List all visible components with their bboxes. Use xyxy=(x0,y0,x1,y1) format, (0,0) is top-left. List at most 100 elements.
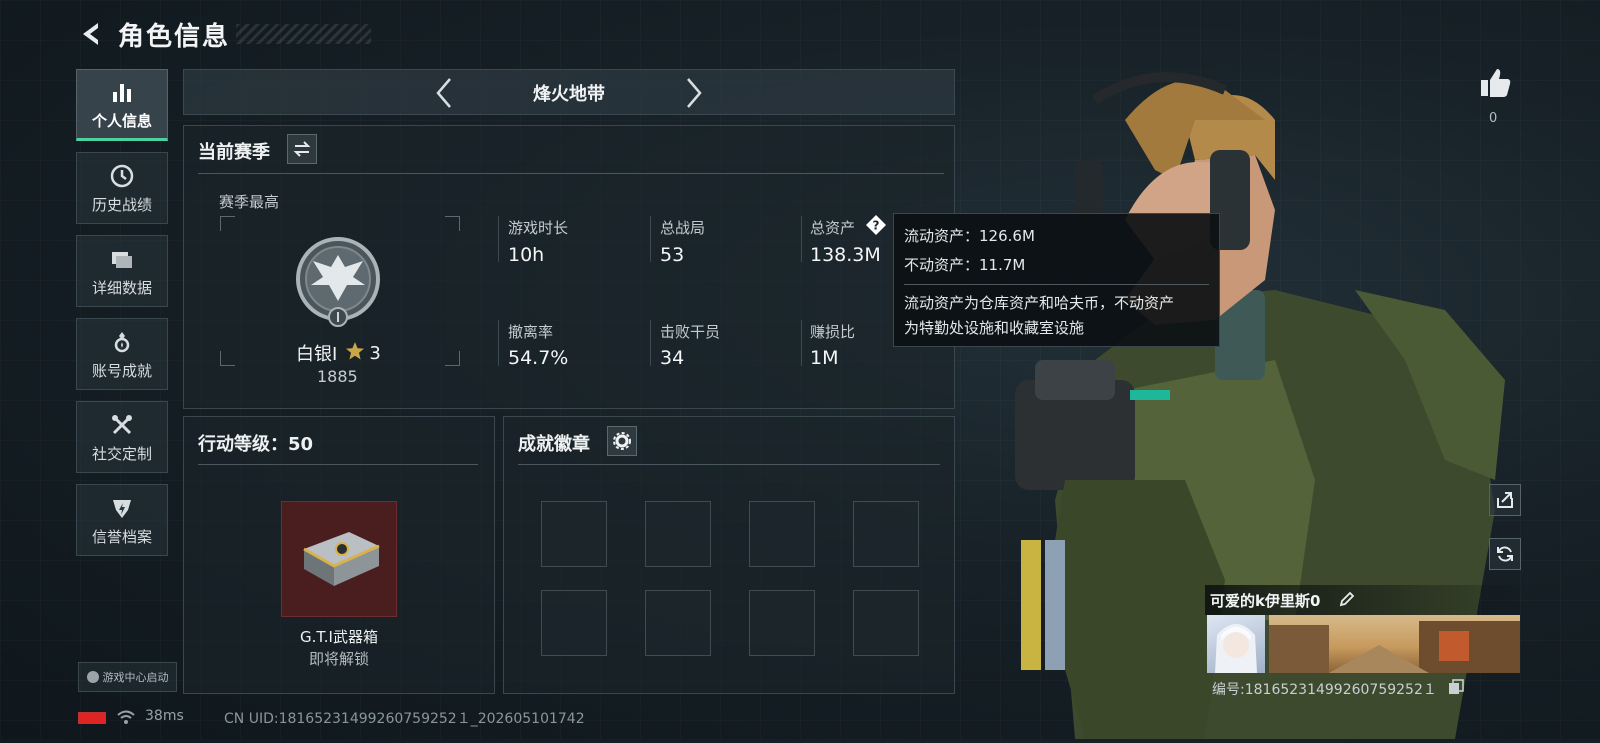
sidebar-item-label: 详细数据 xyxy=(91,278,152,297)
refresh-button[interactable] xyxy=(1489,538,1521,570)
badges-title: 成就徽章 xyxy=(518,434,590,455)
tooltip-liquid-assets: 流动资产：126.6M xyxy=(904,227,1035,245)
battery-icon xyxy=(78,712,106,724)
stat-divider xyxy=(650,216,651,262)
trophy-icon xyxy=(108,328,136,356)
mode-next-button[interactable] xyxy=(679,76,709,110)
stat-value-kills: 34 xyxy=(660,347,685,369)
folder-icon xyxy=(108,245,136,273)
stat-value-playtime: 10h xyxy=(508,244,545,266)
gear-icon xyxy=(613,432,631,450)
tooltip-description-2: 为特勤处设施和收藏室设施 xyxy=(904,319,1085,337)
sidebar-item-details[interactable]: 详细数据 xyxy=(76,235,168,307)
stat-label-matches: 总战局 xyxy=(660,219,706,237)
mode-selector: 烽火地带 xyxy=(183,69,955,115)
badge-slot[interactable] xyxy=(853,590,919,656)
clock-icon xyxy=(108,162,136,190)
ping-value: 38ms xyxy=(145,708,184,724)
rank-emblem-icon xyxy=(293,233,383,333)
stat-value-assets: 138.3M xyxy=(810,244,881,266)
sidebar-item-personal-info[interactable]: 个人信息 xyxy=(76,69,168,141)
stat-label-profit-ratio: 赚损比 xyxy=(810,323,856,341)
badge-slot[interactable] xyxy=(853,501,919,567)
weapon-crate-icon xyxy=(303,532,380,586)
assets-tooltip: 流动资产：126.6M 不动资产：11.7M 流动资产为仓库资产和哈夫币，不动资… xyxy=(893,213,1220,347)
like-count: 0 xyxy=(1489,111,1498,126)
copy-icon[interactable] xyxy=(1448,679,1464,695)
sidebar-item-label: 信誉档案 xyxy=(91,527,152,546)
stat-label-playtime: 游戏时长 xyxy=(508,219,569,237)
game-center-launch[interactable]: 游戏中心启动 xyxy=(78,662,177,692)
back-arrow-icon[interactable] xyxy=(76,18,108,50)
tooltip-divider xyxy=(904,284,1209,285)
tools-icon xyxy=(108,411,136,439)
badge-slot[interactable] xyxy=(749,501,815,567)
star-icon xyxy=(345,341,365,366)
sidebar-item-social[interactable]: 社交定制 xyxy=(76,401,168,473)
badges-settings-button[interactable] xyxy=(607,426,637,456)
player-name: 可爱的k伊里斯0 xyxy=(1210,592,1321,610)
stat-label-kills: 击败干员 xyxy=(660,323,721,341)
sidebar-item-reputation[interactable]: 信誉档案 xyxy=(76,484,168,556)
badge-slot[interactable] xyxy=(749,590,815,656)
thumbs-up-icon xyxy=(1481,69,1511,97)
share-button[interactable] xyxy=(1489,484,1521,516)
sidebar: 个人信息 历史战绩 详细数据 账号成就 社交定制 信誉档案 xyxy=(76,69,170,567)
badge-slot[interactable] xyxy=(645,501,711,567)
sidebar-item-label: 历史战绩 xyxy=(91,195,152,214)
rank-name: 白银I xyxy=(296,344,338,365)
sidebar-item-label: 账号成就 xyxy=(91,361,152,380)
sidebar-item-achievements[interactable]: 账号成就 xyxy=(76,318,168,390)
stat-divider xyxy=(801,216,802,262)
divider xyxy=(198,173,944,174)
mode-title: 烽火地带 xyxy=(533,84,605,105)
game-center-label: 游戏中心启动 xyxy=(102,671,169,684)
sidebar-item-label: 社交定制 xyxy=(91,444,152,463)
profile-banner[interactable] xyxy=(1269,615,1520,673)
sidebar-item-label: 个人信息 xyxy=(91,111,152,130)
season-title: 当前赛季 xyxy=(198,142,270,163)
stat-value-matches: 53 xyxy=(660,244,685,266)
bar-chart-icon xyxy=(108,78,136,106)
divider xyxy=(198,464,478,465)
uid-text: CN UID:18165231499260759252１_20260510174… xyxy=(224,711,585,727)
stat-divider xyxy=(498,216,499,262)
tooltip-description-1: 流动资产为仓库资产和哈夫币，不动资产 xyxy=(904,294,1175,312)
svg-text:?: ? xyxy=(873,219,880,233)
stat-divider xyxy=(650,320,651,366)
help-icon[interactable]: ? xyxy=(865,214,887,236)
stat-label-assets: 总资产 xyxy=(810,219,856,237)
reward-name: G.T.I武器箱 xyxy=(300,628,378,646)
stat-divider xyxy=(498,320,499,366)
shield-icon xyxy=(108,494,136,522)
stat-label-extraction-rate: 撤离率 xyxy=(508,323,554,341)
tooltip-fixed-assets: 不动资产：11.7M xyxy=(904,256,1026,274)
sidebar-item-history[interactable]: 历史战绩 xyxy=(76,152,168,224)
badge-slot[interactable] xyxy=(541,590,607,656)
rank-name-row: 白银I 3 xyxy=(296,340,381,366)
season-best-label: 赛季最高 xyxy=(219,193,280,211)
badge-slot[interactable] xyxy=(645,590,711,656)
reward-status: 即将解锁 xyxy=(308,650,369,668)
like-button[interactable] xyxy=(1475,65,1515,101)
edit-name-icon[interactable] xyxy=(1338,590,1358,610)
weapon-crate-reward[interactable] xyxy=(281,501,397,617)
rank-stars: 3 xyxy=(369,342,381,364)
stat-divider xyxy=(801,320,802,366)
action-level-title: 行动等级：50 xyxy=(198,434,314,455)
swap-icon xyxy=(293,141,311,157)
divider xyxy=(518,464,940,465)
wifi-icon xyxy=(116,708,136,726)
season-switch-button[interactable] xyxy=(287,134,317,164)
refresh-icon xyxy=(1497,546,1513,562)
badge-slot[interactable] xyxy=(541,501,607,567)
stat-value-profit-ratio: 1M xyxy=(810,347,839,369)
player-id: 编号:18165231499260759252１ xyxy=(1212,682,1437,698)
page-title: 角色信息 xyxy=(118,21,231,52)
avatar[interactable] xyxy=(1207,615,1265,673)
title-decoration xyxy=(236,24,372,44)
stat-value-extraction-rate: 54.7% xyxy=(508,347,569,369)
share-icon xyxy=(1497,492,1513,508)
user-icon xyxy=(86,671,99,683)
header: 角色信息 xyxy=(76,14,372,54)
